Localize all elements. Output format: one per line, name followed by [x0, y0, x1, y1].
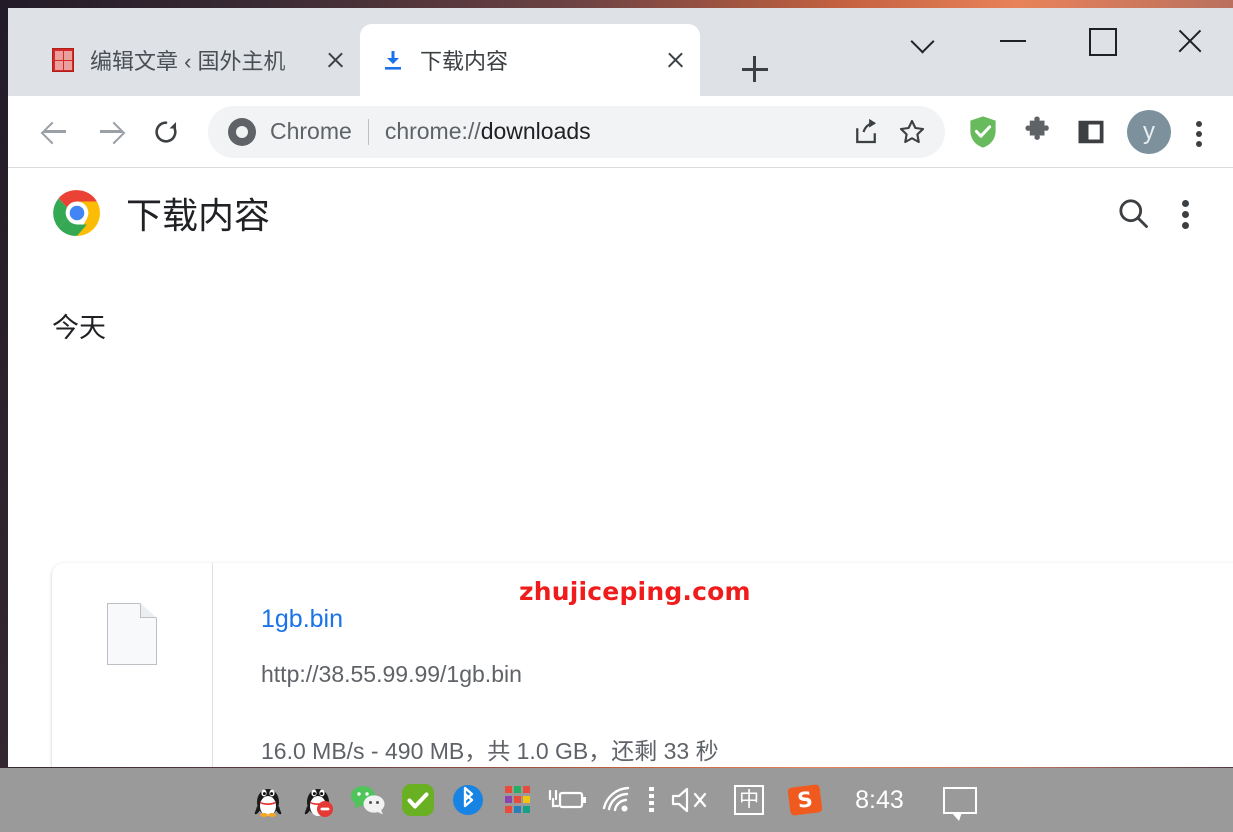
chrome-logo-icon	[52, 188, 102, 238]
new-tab-button[interactable]	[730, 44, 780, 94]
avatar[interactable]: y	[1127, 109, 1171, 154]
red-seal-icon	[50, 47, 76, 73]
omnibox-scheme-label: Chrome	[270, 118, 352, 144]
tab-title: 编辑文章 ‹ 国外主机	[90, 49, 286, 74]
avatar-letter: y	[1143, 117, 1155, 145]
share-icon[interactable]	[843, 109, 889, 155]
reload-icon[interactable]	[138, 104, 194, 160]
window-controls	[881, 8, 1233, 74]
section-label-today: 今天	[52, 313, 106, 343]
tab-active-downloads[interactable]: 下载内容	[360, 24, 700, 96]
download-status-text: 16.0 MB/s - 490 MB，共 1.0 GB，还剩 33 秒	[261, 738, 719, 764]
puzzle-icon[interactable]	[1011, 106, 1063, 158]
download-file-icon-column	[52, 563, 213, 767]
qq-icon[interactable]	[243, 775, 293, 825]
close-icon[interactable]	[1145, 8, 1233, 74]
chevron-down-icon[interactable]	[881, 8, 969, 74]
tab-close-icon[interactable]	[318, 43, 352, 77]
color-grid-icon[interactable]	[493, 775, 543, 825]
forward-arrow-icon[interactable]	[82, 104, 138, 160]
watermark-text: zhujiceping.com	[519, 577, 751, 606]
adguard-shield-icon[interactable]	[957, 106, 1009, 158]
search-icon[interactable]	[1107, 187, 1159, 239]
overflow-icon[interactable]	[643, 775, 661, 825]
wechat-icon[interactable]	[343, 775, 393, 825]
generic-file-icon	[107, 603, 157, 665]
chrome-logo-icon	[228, 117, 256, 146]
bluetooth-icon[interactable]	[443, 775, 493, 825]
download-source-url: http://38.55.99.99/1gb.bin	[261, 661, 522, 687]
system-tray: 中 S 8:43	[243, 775, 990, 825]
omnibox-divider	[367, 118, 369, 145]
sogou-input-icon[interactable]: S	[777, 775, 833, 825]
notification-icon[interactable]	[930, 775, 990, 825]
kebab-menu-icon[interactable]	[1179, 106, 1219, 158]
downloads-page: 下载内容 今天 1gb.bin http://38.55.99.99/1gb.b…	[8, 168, 1233, 767]
tab-title: 下载内容	[420, 49, 509, 74]
omnibox-url[interactable]: chrome://downloads	[385, 118, 843, 145]
svg-text:S: S	[796, 787, 814, 813]
minimize-icon[interactable]	[969, 8, 1057, 74]
maximize-icon[interactable]	[1057, 8, 1145, 74]
qq-muted-icon[interactable]	[293, 775, 343, 825]
browser-window: 编辑文章 ‹ 国外主机 下载内容 Chrome chrome://downloa…	[8, 8, 1233, 767]
battery-charging-icon[interactable]	[543, 775, 593, 825]
address-bar[interactable]: Chrome chrome://downloads	[208, 105, 945, 158]
side-panel-icon[interactable]	[1065, 106, 1117, 158]
downloads-header: 下载内容	[8, 168, 1233, 258]
ime-indicator[interactable]: 中	[721, 775, 777, 825]
check-green-icon[interactable]	[393, 775, 443, 825]
volume-muted-icon[interactable]	[661, 775, 721, 825]
tab-strip: 编辑文章 ‹ 国外主机 下载内容	[8, 8, 1233, 96]
wifi-icon[interactable]	[593, 775, 643, 825]
tab-close-icon[interactable]	[658, 43, 692, 77]
download-icon	[380, 47, 406, 73]
clock[interactable]: 8:43	[855, 786, 904, 815]
page-title: 下载内容	[126, 195, 271, 236]
kebab-menu-icon[interactable]	[1159, 187, 1211, 239]
ime-label: 中	[734, 785, 765, 815]
browser-toolbar: Chrome chrome://downloads y	[8, 96, 1233, 168]
download-file-name[interactable]: 1gb.bin	[261, 605, 343, 634]
taskbar: 中 S 8:43	[0, 768, 1233, 832]
tab-inactive[interactable]: 编辑文章 ‹ 国外主机	[30, 24, 360, 96]
star-icon[interactable]	[889, 109, 935, 155]
back-arrow-icon[interactable]	[26, 104, 82, 160]
